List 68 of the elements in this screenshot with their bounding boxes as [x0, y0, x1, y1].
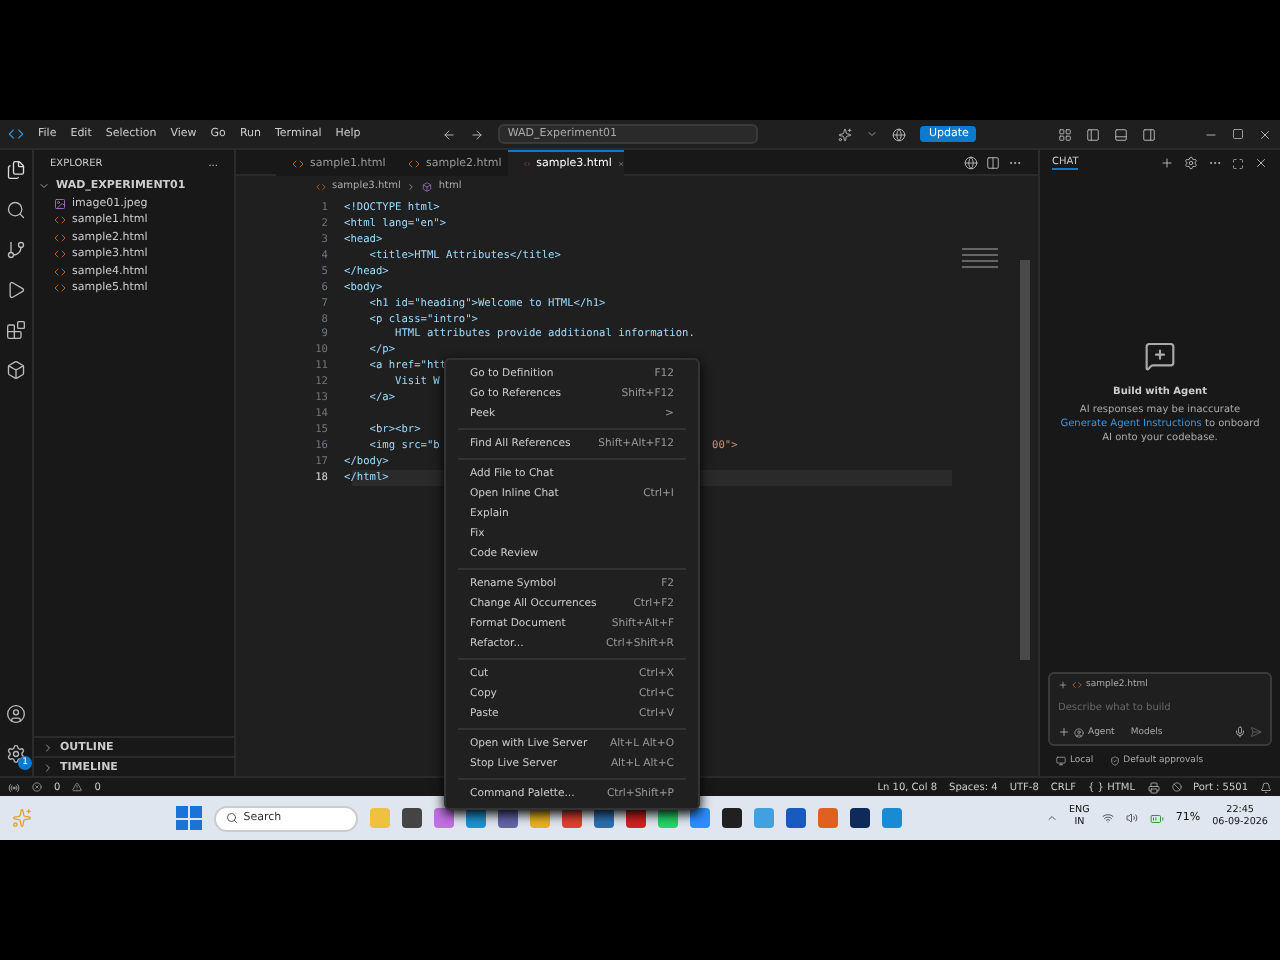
wifi-icon[interactable] [1101, 812, 1114, 824]
close-icon[interactable] [1254, 156, 1268, 170]
branch-icon[interactable] [6, 240, 26, 260]
app-icon[interactable] [433, 808, 454, 828]
image-file-icon [54, 197, 66, 210]
app-icon[interactable] [849, 808, 870, 828]
app-icon[interactable] [529, 808, 550, 828]
html-file-icon [316, 181, 326, 191]
search-icon[interactable] [6, 200, 26, 220]
bell-icon[interactable] [1260, 781, 1272, 793]
extensions-icon[interactable] [6, 320, 26, 340]
html-file-icon [292, 157, 304, 169]
mic-icon[interactable] [1234, 726, 1246, 738]
warning-icon[interactable] [72, 782, 83, 792]
split-editor-icon[interactable] [986, 155, 1000, 169]
app-icon[interactable] [497, 808, 518, 828]
search-icon [225, 812, 238, 824]
html-file-icon [1072, 680, 1082, 690]
close-icon[interactable] [1257, 127, 1272, 141]
maximize-icon[interactable] [1231, 128, 1244, 140]
html-file-icon [54, 265, 66, 278]
chevron-icon[interactable] [406, 181, 417, 191]
volume-icon[interactable] [1125, 812, 1138, 824]
scrollbar[interactable] [1020, 260, 1030, 660]
app-icon[interactable] [465, 808, 486, 828]
app-icon[interactable] [721, 808, 742, 828]
monitor-icon[interactable] [1056, 756, 1066, 766]
remote-icon[interactable] [8, 781, 20, 793]
plus-icon[interactable] [1058, 680, 1068, 690]
layout-icon[interactable] [1057, 127, 1072, 141]
app-icon[interactable] [561, 808, 582, 828]
start-icon[interactable] [175, 806, 202, 830]
html-file-icon [54, 214, 66, 227]
back-icon[interactable] [441, 127, 456, 141]
battery-icon[interactable] [1149, 811, 1164, 825]
app-logo-icon [8, 126, 24, 142]
files-icon[interactable] [6, 160, 26, 180]
agent-icon[interactable] [1074, 727, 1084, 737]
app-icon[interactable] [625, 808, 646, 828]
html-file-icon [54, 231, 66, 244]
app-icon[interactable] [401, 808, 422, 828]
plus-icon[interactable] [1058, 726, 1070, 738]
app-icon[interactable] [657, 808, 678, 828]
panel-left-icon[interactable] [1085, 127, 1100, 141]
chevron-icon[interactable] [38, 180, 50, 193]
html-file-icon [54, 248, 66, 261]
app-icon[interactable] [689, 808, 710, 828]
html-file-icon [54, 282, 66, 295]
element-icon [422, 181, 433, 191]
printer-icon[interactable] [1147, 781, 1159, 793]
forward-icon[interactable] [469, 127, 484, 141]
chat-sparkle-icon [1144, 340, 1176, 372]
box-icon[interactable] [6, 360, 26, 380]
error-icon[interactable] [32, 782, 42, 792]
caret-icon[interactable] [866, 128, 879, 140]
html-file-icon [408, 157, 420, 169]
panel-right-icon[interactable] [1141, 127, 1156, 141]
shield-icon[interactable] [1109, 756, 1120, 766]
settings-icon[interactable] [1184, 156, 1198, 170]
settings-icon[interactable] [6, 744, 26, 764]
sparkle-icon[interactable] [838, 127, 853, 141]
globe-icon[interactable] [892, 127, 907, 141]
run-icon[interactable] [6, 280, 26, 300]
account-icon[interactable] [6, 704, 26, 724]
globe-icon[interactable] [964, 155, 978, 169]
panel-bottom-icon[interactable] [1113, 127, 1128, 141]
plus-icon[interactable] [1160, 156, 1174, 170]
app-icon[interactable] [593, 808, 614, 828]
